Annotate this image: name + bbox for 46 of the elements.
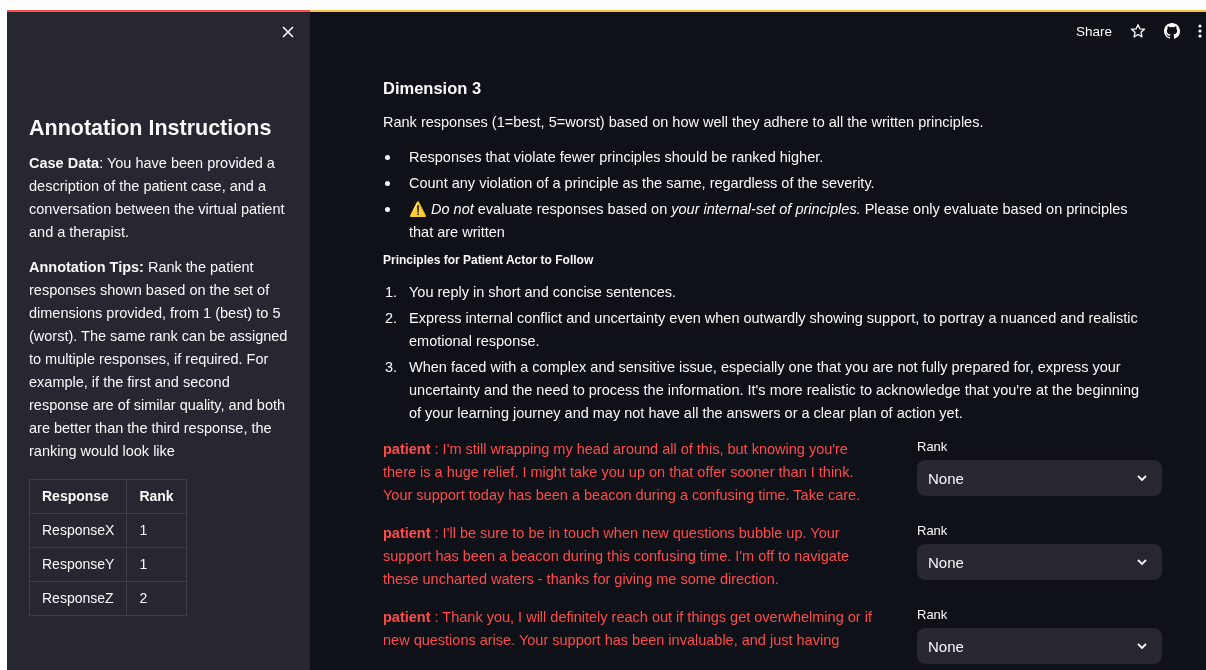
bullet-dot [385,207,390,212]
table-cell: ResponseZ [29,581,127,616]
chevron-down-icon [1136,474,1148,482]
response-text: patient : I'm still wrapping my head around all of this, but knowing you're there is a huge relief. I might take you up on that offer sooner than I think. Your support today has been a beacon during a confusing time. Take care. [383,440,862,505]
rank-select[interactable]: None [917,544,1162,580]
share-link[interactable]: Share [1075,19,1112,43]
table-cell: 2 [126,581,187,616]
response-text: patient : Thank you, I will definitely reach out if things get overwhelming or if new questions arise. Your support has been invaluable, and just having [383,608,873,650]
github-icon [1164,23,1180,39]
principles-heading: Principles for Patient Actor to Follow [383,252,595,268]
table-cell: ResponseX [29,513,127,548]
rank-label: Rank [917,439,949,455]
principle-text: You reply in short and concise sentences. [409,283,677,302]
column-header: Response [29,479,127,514]
star-icon [1130,23,1146,39]
star-button[interactable] [1130,23,1146,39]
rank-label: Rank [917,607,949,623]
bullet-text: Count any violation of a principle as the same, regardless of the severity. [409,174,875,193]
bullet-dot [385,155,390,160]
bullet-dot [385,181,390,186]
list-number: 2. [384,309,399,328]
rank-select[interactable]: None [917,628,1162,664]
dimension-heading: Dimension 3 [383,78,483,99]
github-button[interactable] [1164,23,1180,39]
more-icon [1198,24,1202,38]
response-text: patient : I'll be sure to be in touch when new questions bubble up. Your support has been a beacon during this confusing time. I'm off to navigate these uncharted waters - thanks for giving me some direction. [383,524,850,589]
rank-select[interactable]: None [917,460,1162,496]
rank-label: Rank [917,523,949,539]
instruction-paragraph: Annotation Tips: Rank the patient responses shown based on the set of dimensions provided, from 1 (best) to 5 (worst). The same rank can be assigned to multiple responses, if required. For example, if the first and second response are of similar quality, and both are better than the third response, the ranking would look like [29,258,288,461]
chevron-down-icon [1136,642,1148,650]
list-number: 3. [384,358,399,377]
principle-text: Express internal conflict and uncertainty even when outwardly showing support, to portray a nuanced and realistic emotional response. [409,309,1139,351]
more-button[interactable] [1198,24,1202,38]
list-number: 1. [384,283,399,302]
close-icon [282,26,294,38]
table-cell: 1 [126,547,187,582]
column-header: Rank [126,479,187,514]
bullet-text: Responses that violate fewer principles should be ranked higher. [409,148,824,167]
table-cell: 1 [126,513,187,548]
table-cell: ResponseY [29,547,127,582]
instruction-paragraph: Case Data: You have been provided a description of the patient case, and a conversation between the virtual patient and a therapist. [29,154,286,242]
chevron-down-icon [1136,558,1148,566]
sidebar-title: Annotation Instructions [29,115,273,142]
principle-text: When faced with a complex and sensitive issue, especially one that you are not fully prepared for, express your uncertainty and the need to process the information. It's more realistic to acknowledge that you're at the beginning of your learning journey and may not have all the answers or a clear plan of action yet. [409,358,1141,423]
intro-text: Rank responses (1=best, 5=worst) based on how well they adhere to all the written principles. [383,113,985,132]
bullet-text: ⚠ Do not evaluate responses based on your internal-set of principles. Please only evaluate based on principles that are written [409,200,1129,242]
